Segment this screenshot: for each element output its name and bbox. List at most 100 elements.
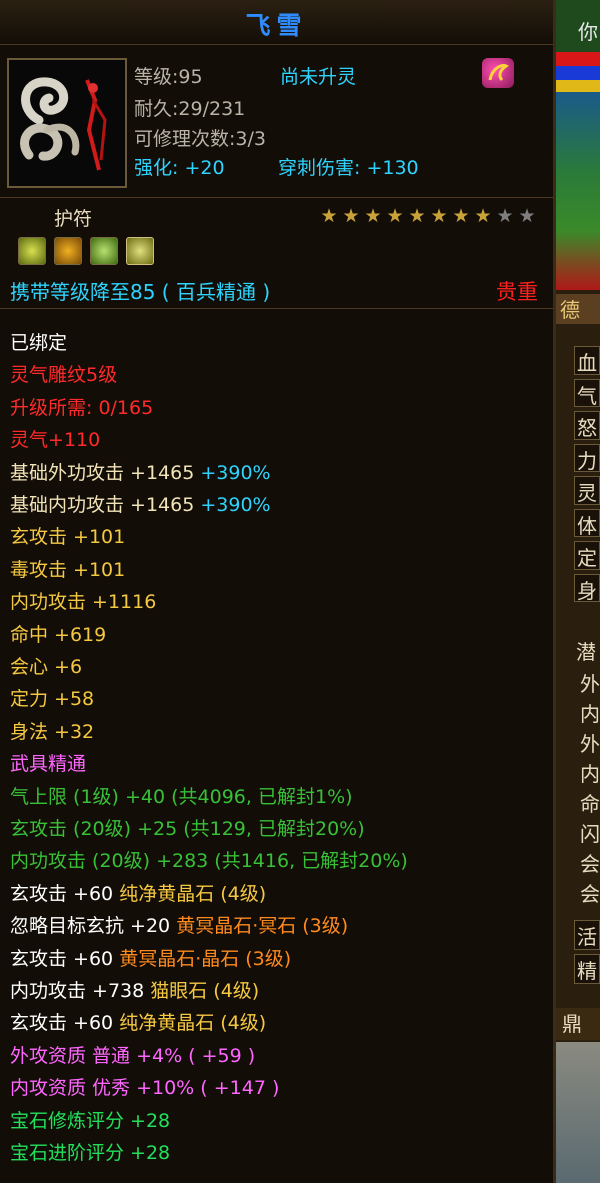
star-empty-icon: ★ <box>518 205 536 227</box>
panel-stat-label: 气 <box>574 378 600 407</box>
rarity-label: 贵重 <box>496 280 538 304</box>
attribute-text: 基础外功攻击 +1465 <box>10 461 201 484</box>
attribute-line: 外攻资质 普通 +4% ( +59 ) <box>10 1041 255 1068</box>
character-portrait[interactable] <box>556 92 600 290</box>
attribute-text: 宝石修炼评分 +28 <box>10 1109 171 1132</box>
attribute-line: 玄攻击 +60 纯净黄晶石 (4级) <box>10 1008 266 1035</box>
panel-section-label: 潜 <box>576 640 596 664</box>
attribute-line: 内攻资质 优秀 +10% ( +147 ) <box>10 1073 279 1100</box>
attribute-text: 黄冥晶石·晶石 (3级) <box>119 947 292 970</box>
star-rating: ★ ★ ★ ★ ★ ★ ★ ★ ★ ★ <box>318 206 538 226</box>
attribute-text: 宝石进阶评分 +28 <box>10 1142 171 1164</box>
panel-stat-label: 会 <box>580 882 600 904</box>
rage-bar <box>556 80 600 92</box>
attribute-text: 玄攻击 (20级) +25 (共129, 已解封20%) <box>10 818 365 840</box>
panel-stat-label: 身 <box>574 573 600 602</box>
level-text: 等级:95 <box>134 66 203 88</box>
attribute-text: 灵气雕纹5级 <box>10 364 118 387</box>
mana-bar <box>556 66 600 80</box>
charm-icon <box>9 60 125 186</box>
character-panel: 你 德 血气怒力灵体定身 潜 外内外内命闪会会 活精 鼎 <box>556 0 600 1183</box>
spirit-badge-icon[interactable] <box>482 58 514 88</box>
spirit-status: 尚未升灵 <box>280 66 357 88</box>
attribute-line: 玄攻击 +60 黄冥晶石·晶石 (3级) <box>10 944 291 971</box>
durability-text: 耐久:29/231 <box>134 98 246 120</box>
panel-stat-label: 力 <box>574 443 600 472</box>
star-filled-icon: ★ <box>408 205 426 227</box>
attribute-text: 玄攻击 +60 <box>10 1012 120 1035</box>
attribute-text: 内功攻击 +738 <box>10 980 151 1002</box>
attribute-text: 外攻资质 普通 +4% ( +59 ) <box>10 1044 256 1067</box>
panel-stat-label: 闪 <box>580 822 600 844</box>
attribute-line: 身法 +32 <box>10 717 94 744</box>
attribute-line: 宝石进阶评分 +28 <box>10 1138 170 1165</box>
panel-stat-label: 血 <box>574 346 600 375</box>
attribute-text: 黄冥晶石·冥石 (3级) <box>176 915 349 938</box>
panel-bottom-tab[interactable]: 鼎 <box>556 1008 600 1040</box>
attribute-text: 忽略目标玄抗 +20 <box>10 915 177 938</box>
star-filled-icon: ★ <box>452 205 470 227</box>
pierce-text: 穿刺伤害: +130 <box>278 157 419 179</box>
attribute-text: 武具精通 <box>10 753 87 776</box>
attribute-text: +390% <box>200 461 271 484</box>
star-filled-icon: ★ <box>386 205 404 227</box>
panel-top-char: 你 <box>578 20 598 44</box>
panel-stat-label: 体 <box>574 508 600 537</box>
attribute-text: 灵气+110 <box>10 429 101 452</box>
attribute-line: 武具精通 <box>10 749 86 776</box>
gem-slot-icon[interactable] <box>54 237 82 265</box>
item-tooltip: 飞雪 等级:95 尚未升灵 耐久:29/231 可修理次数:3/3 强化: +2… <box>0 0 556 1183</box>
enhance-text: 强化: +20 <box>134 157 225 179</box>
attribute-line: 定力 +58 <box>10 684 94 711</box>
attribute-text: 玄攻击 +60 <box>10 882 120 905</box>
attribute-line: 基础内功攻击 +1465 +390% <box>10 490 271 517</box>
gem-slot-icon[interactable] <box>18 237 46 265</box>
attribute-line: 内功攻击 +1116 <box>10 587 156 614</box>
attribute-text: 玄攻击 +60 <box>10 947 120 970</box>
attribute-line: 会心 +6 <box>10 652 82 679</box>
panel-top: 你 <box>556 0 600 52</box>
attribute-text: 升级所需: 0/165 <box>10 396 154 419</box>
panel-stat-label: 会 <box>580 852 600 874</box>
attribute-line: 玄攻击 +60 纯净黄晶石 (4级) <box>10 879 266 906</box>
carry-level-text: 携带等级降至85 ( 百兵精通 ) <box>10 280 271 304</box>
star-filled-icon: ★ <box>430 205 448 227</box>
attribute-text: 已绑定 <box>10 332 68 354</box>
attribute-text: 毒攻击 +101 <box>10 558 126 581</box>
panel-stat-label: 灵 <box>574 476 600 505</box>
attribute-text: 命中 +619 <box>10 623 107 646</box>
gem-slot-icon[interactable] <box>90 237 118 265</box>
attribute-text: 玄攻击 +101 <box>10 526 126 549</box>
attribute-text: 纯净黄晶石 (4级) <box>119 1012 267 1035</box>
star-empty-icon: ★ <box>496 205 514 227</box>
panel-stat-label: 定 <box>574 541 600 570</box>
gem-slot-icon[interactable] <box>126 237 154 265</box>
attribute-text: 会心 +6 <box>10 656 83 678</box>
attribute-text: 内攻资质 优秀 +10% ( +147 ) <box>10 1077 280 1100</box>
panel-stat-label: 外 <box>580 732 600 754</box>
attribute-text: 内功攻击 +1116 <box>10 591 157 614</box>
attribute-text: 内功攻击 (20级) +283 (共1416, 已解封20%) <box>10 850 408 873</box>
attribute-text: 基础内功攻击 +1465 <box>10 494 201 516</box>
attribute-line: 内功攻击 +738 猫眼石 (4级) <box>10 976 259 1003</box>
panel-stat-label: 活 <box>574 920 600 950</box>
attribute-line: 已绑定 <box>10 328 67 355</box>
attribute-line: 毒攻击 +101 <box>10 555 125 582</box>
attribute-text: 定力 +58 <box>10 688 95 711</box>
item-name: 飞雪 <box>245 11 308 40</box>
attribute-text: +390% <box>200 494 271 516</box>
star-filled-icon: ★ <box>364 205 382 227</box>
attribute-line: 升级所需: 0/165 <box>10 393 153 420</box>
attribute-text: 气上限 (1级) +40 (共4096, 已解封1%) <box>10 785 353 808</box>
panel-stat-label: 命 <box>580 792 600 814</box>
attribute-line: 内功攻击 (20级) +283 (共1416, 已解封20%) <box>10 846 408 873</box>
scene-view <box>556 1042 600 1183</box>
attribute-text: 猫眼石 (4级) <box>150 980 260 1002</box>
attribute-line: 气上限 (1级) +40 (共4096, 已解封1%) <box>10 782 353 809</box>
item-icon[interactable] <box>7 58 127 188</box>
attribute-line: 玄攻击 (20级) +25 (共129, 已解封20%) <box>10 814 365 841</box>
attribute-line: 灵气+110 <box>10 425 100 452</box>
star-filled-icon: ★ <box>320 205 338 227</box>
panel-tab[interactable]: 德 <box>556 294 600 324</box>
attribute-text: 身法 +32 <box>10 720 95 743</box>
